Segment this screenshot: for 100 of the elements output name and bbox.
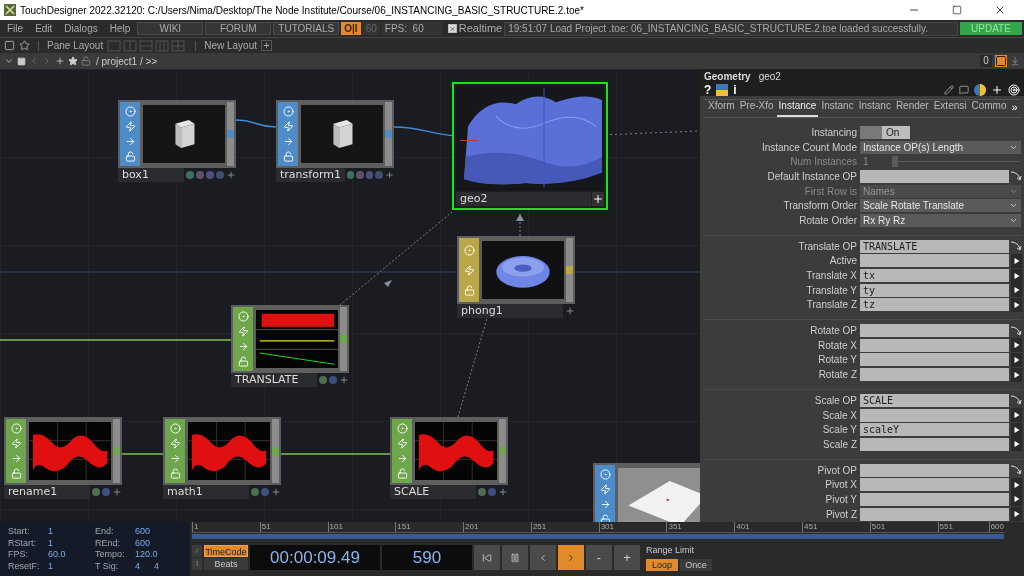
link-button[interactable]: TUTORIALS	[273, 22, 340, 35]
node-name: SCALE	[390, 485, 476, 499]
menu-item[interactable]: Help	[104, 21, 136, 36]
time-mode-button[interactable]: TimeCode	[204, 545, 248, 557]
node-name: geo2	[456, 192, 591, 206]
node-name: TRANSLATE	[231, 373, 317, 387]
info-button[interactable]: i	[733, 84, 737, 96]
timeline-setting-label: End:	[95, 526, 115, 538]
range-mode-button[interactable]: Loop	[646, 558, 678, 571]
side-button[interactable]: /	[192, 545, 202, 557]
timeline-setting-value[interactable]: 1	[48, 526, 53, 538]
timeline-setting-value[interactable]: 600	[135, 526, 151, 538]
timeline-setting-value[interactable]: 4	[154, 560, 160, 572]
parameter-tab[interactable]: Instanc	[856, 98, 893, 117]
parameter-tab[interactable]: Instanc	[819, 98, 856, 117]
op-field[interactable]: TRANSLATE	[860, 239, 1009, 253]
timecode-display[interactable]: 00:00:09.49	[250, 545, 380, 570]
more-tabs-button[interactable]: »	[1009, 98, 1020, 117]
transport-button[interactable]: -	[586, 545, 612, 570]
link-button[interactable]: FORUM	[205, 22, 272, 35]
pane-layout-label: Pane Layout	[47, 39, 104, 53]
timeline-setting-label: Start:	[8, 526, 31, 538]
expression-field[interactable]: scaleY	[860, 423, 1009, 437]
timeline-setting-value[interactable]: 60.0	[48, 549, 66, 561]
menu-item[interactable]: Dialogs	[59, 21, 103, 36]
window-title: TouchDesigner 2022.32120: C:/Users/Nima/Desktop/The Node Institute/Course/06_INSTANCING_BASIC_STRUCTURE.2.toe*	[20, 3, 585, 18]
timeline-setting-label: Tempo:	[95, 549, 126, 561]
menu-item[interactable]: Edit	[30, 21, 58, 36]
parameter-tab[interactable]: Extensi	[931, 98, 969, 117]
ruler-label: 151	[395, 522, 411, 532]
time-ruler[interactable]: 1 51 101 151 201 251 301 351 401 451 501 551 600	[192, 522, 1004, 533]
expression-field[interactable]: tx	[860, 269, 1009, 283]
ruler-label: 301	[598, 522, 615, 532]
node-name: math1	[163, 485, 249, 499]
add-layout-button[interactable]: +	[261, 40, 272, 51]
network-editor[interactable]: box1 transform1 geo2 phong1 TRANSLATE rename1 math1 SCALE	[0, 69, 700, 522]
timeline-setting-value[interactable]: 1	[48, 560, 53, 572]
toggle-switch[interactable]: On	[860, 125, 910, 139]
parameter-label: Pivot OP	[816, 463, 857, 478]
ruler-label: 51	[259, 522, 271, 532]
link-button[interactable]: WIKI	[137, 22, 204, 35]
parameter-tab[interactable]: Render	[893, 98, 931, 117]
timeline-setting-value[interactable]: 1	[48, 537, 53, 549]
count-field: 0	[980, 55, 992, 67]
geometry-node[interactable]: geo2	[452, 82, 608, 210]
dropdown[interactable]: Rx Ry Rz	[860, 213, 1021, 227]
parameter-label: Rotate Y	[817, 353, 857, 368]
expression-field[interactable]: tz	[860, 298, 1009, 312]
parameter-label: Transform Order	[782, 199, 857, 214]
timeline-setting-label: ResetF:	[8, 560, 41, 572]
network-path[interactable]: / project1 / >>	[96, 53, 977, 69]
status-message: 19:51:07 Load Project .toe: 06_INSTANCING_BASIC_STRUCTURE.2.toe loaded successfully.	[504, 21, 958, 36]
parameter-label: Scale OP	[813, 393, 857, 408]
parameter-label: Num Instances	[789, 155, 857, 170]
timeline-setting-value[interactable]: 600	[135, 537, 151, 549]
parameter-label: Scale X	[821, 408, 857, 423]
node-name: rename1	[4, 485, 90, 499]
timeline-setting-label: RStart:	[8, 537, 37, 549]
parameter-label: Translate OP	[797, 239, 857, 254]
node-name: transform1	[276, 168, 345, 182]
ruler-label: 1	[192, 522, 199, 532]
transport-button[interactable]: +	[614, 545, 640, 570]
ruler-label: 401	[734, 522, 750, 532]
parameter-tab[interactable]: Pre-Xfo	[737, 98, 776, 117]
node-name: box1	[118, 168, 184, 182]
parameter-label: Rotate Z	[817, 368, 857, 383]
ruler-label: 251	[530, 522, 547, 532]
parameter-tab[interactable]: Xform	[706, 98, 737, 117]
menu-item[interactable]: File	[2, 21, 29, 36]
frame-display[interactable]: 590	[382, 545, 472, 570]
operator-name[interactable]: geo2	[758, 69, 781, 84]
parameter-label: Rotate OP	[809, 324, 857, 339]
parameter-label: Default Instance OP	[766, 169, 857, 184]
ruler-label: 201	[463, 522, 479, 532]
help-button[interactable]: ?	[704, 84, 712, 96]
parameter-tab[interactable]: Instance	[776, 98, 819, 117]
new-layout-label: New Layout	[204, 39, 257, 53]
ruler-label: 551	[937, 522, 953, 532]
op-field[interactable]: SCALE	[860, 393, 1009, 407]
parameter-label: Instance Count Mode	[760, 140, 857, 155]
ruler-label: 501	[869, 522, 886, 532]
timeline-setting-value[interactable]: 4	[135, 560, 140, 572]
ruler-label: 451	[802, 522, 818, 532]
dropdown[interactable]: Scale Rotate Translate	[860, 199, 1021, 213]
operator-type: Geometry	[704, 70, 751, 84]
parameter-tab[interactable]: Commo	[969, 98, 1009, 117]
parameter-label: Translate Y	[805, 283, 857, 298]
parameter-label: Pivot Z	[824, 507, 857, 522]
ruler-label: 101	[327, 522, 343, 532]
parameter-label: Scale Y	[821, 423, 857, 438]
checkbox-label: Realtime	[458, 21, 503, 37]
timeline-setting-label: T Sig:	[95, 560, 120, 572]
dropdown[interactable]: Instance OP(s) Length	[860, 140, 1021, 154]
range-mode-button[interactable]: Once	[680, 558, 712, 571]
time-mode-button[interactable]: Beats	[204, 558, 248, 570]
timeline-setting-value[interactable]: 120.0	[135, 549, 158, 561]
parameter-label: Active	[828, 254, 857, 269]
parameter-label: First Row is	[803, 184, 857, 199]
expression-field[interactable]: ty	[860, 283, 1009, 297]
perform-button[interactable]: O|I	[341, 22, 361, 35]
